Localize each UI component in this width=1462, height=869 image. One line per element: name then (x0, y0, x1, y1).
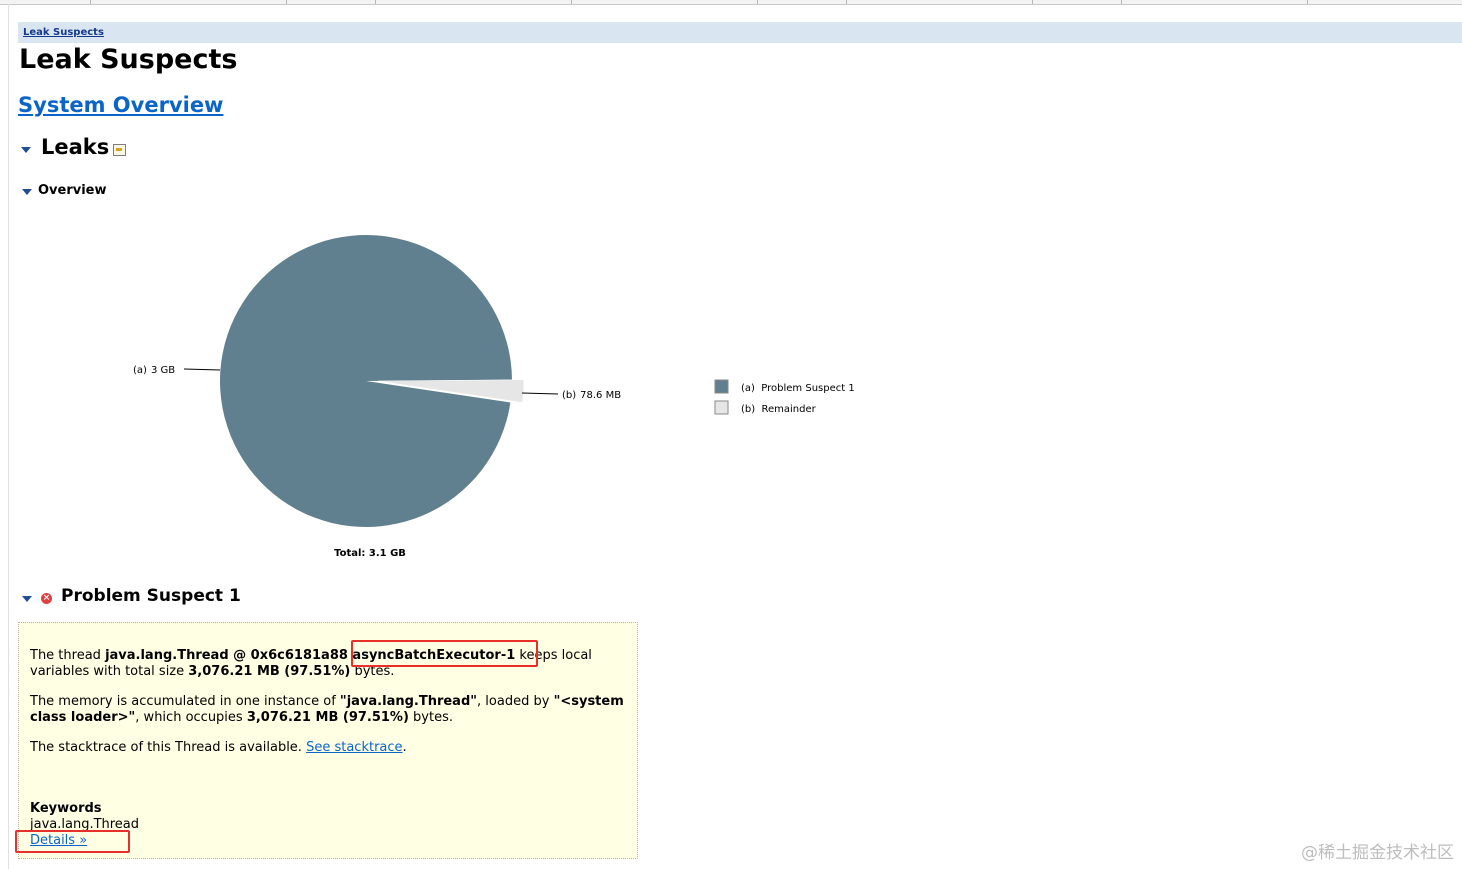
keywords-value: java.lang.Thread (30, 817, 140, 832)
pie-total-label: Total: 3.1 GB (334, 548, 406, 559)
keywords-label: Keywords (30, 801, 102, 816)
details-link[interactable]: Details » (30, 833, 87, 849)
legend-item-b: (b) Remainder (741, 404, 817, 415)
pie-leader-line-b (521, 392, 559, 395)
error-icon: × (41, 593, 52, 604)
pie-label-b: (b) 78.6 MB (562, 390, 621, 401)
see-stacktrace-link[interactable]: See stacktrace (306, 740, 402, 755)
tab-divider (1121, 0, 1122, 4)
suspect-stacktrace: The stacktrace of this Thread is availab… (30, 740, 407, 755)
suspect-accumulation: The memory is accumulated in one instanc… (30, 694, 624, 725)
legend-item-a: (a) Problem Suspect 1 (741, 383, 855, 394)
legend-swatch-b (714, 400, 729, 415)
tab-divider (1032, 0, 1033, 4)
problem-suspect-heading: Problem Suspect 1 (61, 586, 241, 606)
suspect-description: The thread java.lang.Thread @ 0x6c6181a8… (30, 648, 592, 679)
leak-pie-chart: (a) 3 GB (b) 78.6 MB Total: 3.1 GB (a) Pro… (133, 234, 855, 559)
retained-size: 3,076.21 MB (97.51%) (188, 664, 351, 679)
problem-suspect-collapse-icon[interactable] (22, 596, 32, 602)
problem-suspect-panel: The thread java.lang.Thread @ 0x6c6181a8… (18, 622, 638, 859)
pie-label-a: (a) 3 GB (133, 365, 175, 376)
watermark: @稀土掘金技术社区 (1301, 843, 1454, 863)
thread-name: java.lang.Thread @ 0x6c6181a88 asyncBatc… (105, 648, 516, 663)
pie-leader-line-a (183, 368, 221, 371)
legend-swatch-a (714, 379, 729, 394)
tab-divider (1307, 0, 1308, 4)
